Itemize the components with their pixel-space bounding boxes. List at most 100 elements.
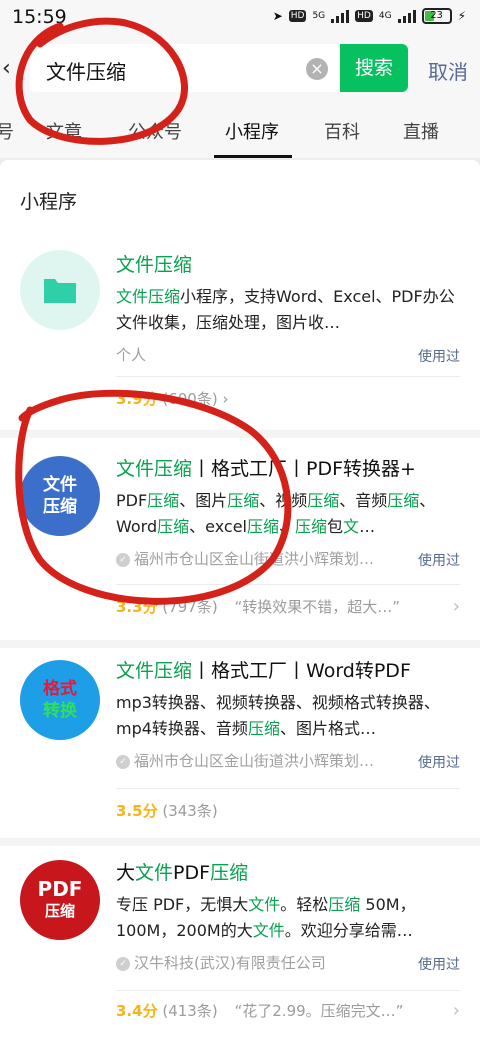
hd-icon: HD [288,10,307,22]
desc-highlight: 压缩 [147,491,180,510]
signal-icon [331,9,350,23]
desc-text: 、excel [189,517,247,536]
app-name: 文件压缩 [116,254,193,276]
developer-name: 汉牛科技(武汉)有限责任公司 [134,954,326,972]
logo-text: 文件 压缩 [43,474,77,518]
name-highlight: 文件压缩 [116,660,193,682]
status-bar: 15:59 ➤ HD 5G HD 4G 23 ⚡ [0,0,480,36]
desc-highlight: 压缩 [227,491,260,510]
used-badge: 使用过 [418,957,460,973]
developer-name: 福州市仓山区金山街道洪小辉策划… [134,752,375,770]
divider [116,990,460,991]
logo-text: PDF 压缩 [38,878,83,922]
app-description: 专压 PDF，无惧大文件。轻松压缩 50M，100M，200M的大文件。欢迎分享… [116,892,456,944]
app-name: 文件压缩丨格式工厂丨Word转PDF [116,656,411,683]
cancel-button[interactable]: 取消 [428,56,468,85]
name-text: 大 [116,862,136,884]
desc-text: 、音频 [339,491,388,510]
app-developer: ✓ 汉牛科技(武汉)有限责任公司 [116,952,416,973]
verified-icon: ✓ [116,754,130,769]
desc-text: … [359,517,376,536]
rating-score: 3.5分 [116,802,158,820]
tab-active-indicator [214,155,292,158]
result-item[interactable]: 格式 转换 文件压缩丨格式工厂丨Word转PDF mp3转换器、视频转换器、视频… [0,656,480,846]
name-text: PDF [173,862,211,884]
desc-text: 专压 PDF，无惧大 [116,895,249,914]
used-badge: 使用过 [418,349,460,365]
logo-line: 格式 [43,679,77,699]
divider [116,376,460,377]
tab-partial[interactable]: 号 [0,118,14,144]
rating: 3.3分 (797条) “转换效果不错，超大…” [116,596,400,617]
desc-highlight: 压缩 [295,517,328,536]
divider [116,788,460,789]
desc-highlight: 压缩 [247,719,280,738]
search-input[interactable]: 文件压缩 [46,56,126,85]
tab-official-accounts[interactable]: 公众号 [128,118,182,144]
desc-highlight: 文 [343,517,360,536]
rating: 3.5分 (343条) [116,800,218,821]
tab-mini-programs[interactable]: 小程序 [225,118,279,144]
rating-score: 3.9分 [116,390,158,408]
desc-text: 、 [279,517,296,536]
app-developer: 个人 [116,346,147,364]
review-quote: “花了2.99。压缩完文…” [234,1002,404,1020]
desc-text: 、图片 [179,491,228,510]
app-logo: PDF 压缩 [20,860,100,940]
status-time: 15:59 [12,6,67,28]
logo-line: 转换 [43,701,77,721]
chevron-right-icon: › [222,390,229,408]
verified-icon: ✓ [116,956,130,971]
logo-line: 压缩 [43,497,77,517]
rating-count: (797条) [162,598,218,616]
tab-live[interactable]: 直播 [403,118,439,144]
desc-highlight: 文件 [252,921,285,940]
charging-icon: ⚡ [457,9,466,23]
desc-text: 包 [327,517,344,536]
tab-articles[interactable]: 文章 [46,118,82,144]
logo-line: PDF [37,877,83,901]
desc-highlight: 压缩 [307,491,340,510]
app-description: PDF压缩、图片压缩、视频压缩、音频压缩、Word压缩、excel压缩、压缩包文… [116,488,456,540]
item-separator [0,838,480,846]
desc-highlight: 压缩 [328,895,361,914]
section-title: 小程序 [20,191,78,213]
desc-highlight: 压 [387,491,404,510]
app-logo [20,250,100,330]
back-icon[interactable]: ‹ [2,56,11,81]
result-item[interactable]: 文件压缩 文件压缩小程序，支持Word、Excel、PDF办公文件收集，压缩处理… [0,230,480,440]
app-name: 大文件PDF压缩 [116,858,248,885]
tab-bar: 号 文章 公众号 小程序 百科 直播 [0,100,480,158]
desc-text: 。轻松 [280,895,329,914]
verified-icon: ✓ [116,552,130,567]
rating-count: (413条) [162,1002,218,1020]
result-item[interactable]: PDF 压缩 大文件PDF压缩 专压 PDF，无惧大文件。轻松压缩 50M，10… [0,854,480,1037]
rating-count: (343条) [162,802,218,820]
clear-icon[interactable]: × [306,58,328,80]
divider [116,584,460,585]
developer-name: 福州市仓山区金山街道洪小辉策划… [134,550,375,568]
app-developer: ✓ 福州市仓山区金山街道洪小辉策划… [116,750,416,771]
desc-text: PDF [116,491,148,510]
search-box[interactable]: 文件压缩 × [30,44,342,92]
rating-count: (600条) [162,390,218,408]
desc-highlight: 文件压缩 [116,287,181,306]
name-text: 丨格式工厂丨PDF转换器+ [192,458,416,480]
search-header: ‹ 文件压缩 × 搜索 取消 [0,36,480,100]
desc-text: 、图片格式… [279,719,376,738]
name-highlight: 压缩 [210,862,249,884]
search-button[interactable]: 搜索 [340,44,408,92]
review-quote: “转换效果不错，超大…” [234,598,401,616]
desc-text: 。欢迎分享给需… [284,921,413,940]
desc-highlight: 压缩 [246,517,279,536]
desc-text: 、视频 [259,491,308,510]
chevron-right-icon[interactable]: › [453,596,460,617]
result-item[interactable]: 文件 压缩 文件压缩丨格式工厂丨PDF转换器+ PDF压缩、图片压缩、视频压缩、… [0,446,480,646]
location-icon: ➤ [272,9,283,23]
item-separator [0,430,480,438]
tab-encyclopedia[interactable]: 百科 [324,118,360,144]
desc-highlight: 缩 [403,491,420,510]
app-description: mp3转换器、视频转换器、视频格式转换器、mp4转换器、音频压缩、图片格式… [116,690,456,742]
desc-highlight: 压缩 [157,517,190,536]
chevron-right-icon[interactable]: › [453,1000,460,1021]
